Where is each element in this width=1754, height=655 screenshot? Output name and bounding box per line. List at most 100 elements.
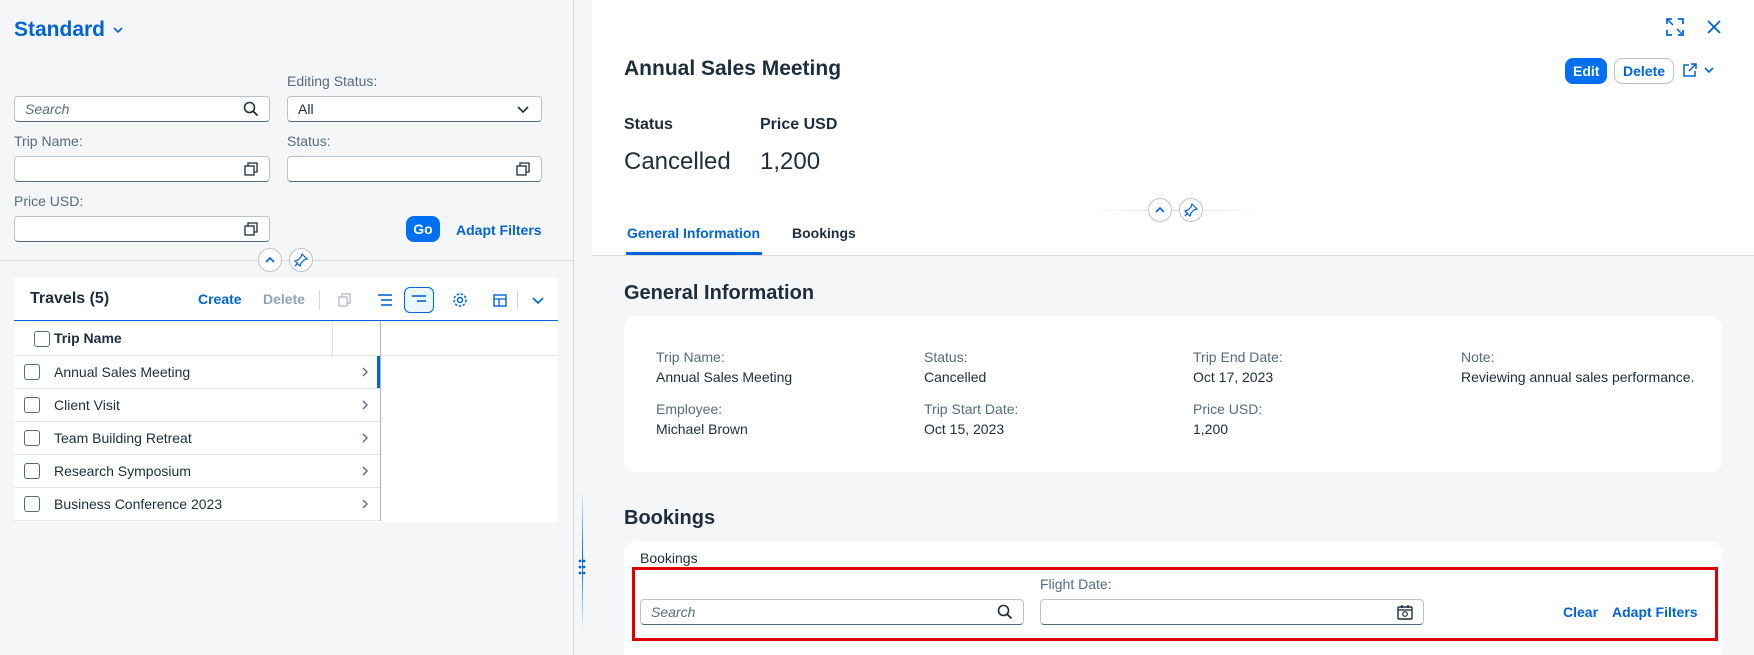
row-trip-name: Research Symposium (54, 463, 191, 479)
kpi-status-label: Status (624, 116, 673, 133)
layout-splitter[interactable] (574, 0, 592, 655)
chevron-right-icon[interactable] (350, 499, 380, 509)
chevron-down-icon (113, 27, 123, 34)
row-checkbox[interactable] (24, 430, 40, 446)
row-trip-name: Annual Sales Meeting (54, 364, 191, 380)
editing-status-value: All (298, 101, 314, 117)
field-value: Cancelled (924, 369, 987, 385)
select-all-checkbox[interactable] (34, 331, 50, 347)
list-report-pane: Standard Editing Status: Search All Trip… (0, 0, 574, 655)
filter-divider (0, 260, 574, 261)
field-value: Reviewing annual sales performance. (1461, 369, 1695, 385)
row-checkbox[interactable] (24, 496, 40, 512)
expand-all-icon[interactable] (370, 287, 400, 313)
tab-bookings[interactable]: Bookings (792, 225, 856, 241)
copy-icon[interactable] (330, 287, 360, 313)
kpi-price-value: 1,200 (760, 148, 821, 175)
trip-name-label: Trip Name: (14, 133, 83, 149)
table-row[interactable]: Client Visit (14, 389, 380, 422)
search-placeholder: Search (25, 101, 70, 117)
price-input[interactable] (14, 216, 270, 242)
settings-icon[interactable] (445, 287, 475, 313)
pin-icon (1184, 203, 1198, 217)
field-label: Note: (1461, 349, 1495, 365)
chevron-right-icon[interactable] (350, 466, 380, 476)
field-value: Oct 15, 2023 (924, 421, 1005, 437)
editing-status-select[interactable]: All (287, 96, 542, 122)
edit-button[interactable]: Edit (1565, 58, 1608, 84)
field-value: Oct 17, 2023 (1193, 369, 1274, 385)
grip-icon[interactable] (577, 558, 587, 576)
object-title: Annual Sales Meeting (624, 57, 842, 80)
active-tab-indicator (626, 252, 762, 255)
pin-icon (294, 253, 308, 267)
general-information-card: Trip Name: Annual Sales Meeting Status: … (624, 316, 1722, 472)
value-help-icon[interactable] (515, 161, 531, 177)
pin-header-button[interactable] (289, 248, 313, 272)
editing-status-label: Editing Status: (287, 73, 378, 89)
collapse-header-button[interactable] (1148, 198, 1172, 222)
share-menu-button[interactable] (1682, 62, 1714, 78)
chevron-down-icon (1704, 67, 1714, 74)
field-value: Annual Sales Meeting (656, 369, 793, 385)
table-row[interactable]: Annual Sales Meeting (14, 356, 380, 389)
chevron-up-icon (265, 256, 275, 263)
row-checkbox[interactable] (24, 364, 40, 380)
field-value: Michael Brown (656, 421, 748, 437)
object-header: Annual Sales Meeting Edit Delete Status … (592, 0, 1754, 256)
field-label: Trip Name: (656, 349, 725, 365)
table-title: Travels (5) (30, 290, 110, 307)
status-input[interactable] (287, 156, 542, 182)
variant-title: Standard (14, 18, 106, 41)
search-input[interactable]: Search (14, 96, 270, 122)
chevron-down-icon (515, 101, 531, 117)
table-right-border (380, 321, 381, 521)
create-button[interactable]: Create (198, 291, 242, 307)
delete-object-button[interactable]: Delete (1614, 58, 1675, 84)
close-icon[interactable] (1707, 20, 1721, 34)
chevron-up-icon (1155, 206, 1165, 213)
row-checkbox[interactable] (24, 463, 40, 479)
value-help-icon[interactable] (243, 221, 259, 237)
price-label: Price USD: (14, 193, 84, 209)
collapse-all-icon[interactable] (404, 287, 434, 313)
export-menu-chevron-down-icon[interactable] (523, 287, 553, 313)
field-value: 1,200 (1193, 421, 1229, 437)
row-checkbox[interactable] (24, 397, 40, 413)
value-help-icon[interactable] (243, 161, 259, 177)
highlight-box (632, 567, 1718, 641)
field-label: Price USD: (1193, 401, 1263, 417)
column-header-trip-name[interactable]: Trip Name (54, 330, 122, 346)
chevron-right-icon[interactable] (350, 400, 380, 410)
chevron-right-icon[interactable] (350, 433, 380, 443)
status-label: Status: (287, 133, 331, 149)
table-row[interactable]: Business Conference 2023 (14, 488, 380, 521)
table-header: Trip Name (14, 320, 558, 521)
table-row[interactable]: Research Symposium (14, 455, 380, 488)
general-information-title: General Information (624, 282, 815, 304)
kpi-status-value: Cancelled (624, 148, 731, 175)
chevron-right-icon[interactable] (350, 367, 380, 377)
delete-button[interactable]: Delete (263, 291, 305, 307)
search-icon[interactable] (243, 101, 259, 117)
table-row[interactable]: Team Building Retreat (14, 422, 380, 455)
trip-name-input[interactable] (14, 156, 270, 182)
row-trip-name: Business Conference 2023 (54, 496, 223, 512)
adapt-filters-button[interactable]: Adapt Filters (456, 222, 542, 238)
field-label: Employee: (656, 401, 723, 417)
export-icon[interactable] (485, 287, 515, 313)
go-button[interactable]: Go (406, 216, 440, 242)
toolbar-separator (517, 290, 518, 310)
fullscreen-icon[interactable] (1666, 18, 1684, 36)
travels-table: Travels (5) Create Delete Trip Name Annu… (14, 278, 558, 522)
field-label: Status: (924, 349, 968, 365)
tab-general-information[interactable]: General Information (627, 225, 760, 241)
bookings-section-title: Bookings (624, 507, 716, 529)
share-icon (1683, 63, 1697, 77)
field-label: Trip End Date: (1193, 349, 1283, 365)
variant-selector[interactable]: Standard (14, 18, 123, 42)
row-trip-name: Client Visit (54, 397, 120, 413)
pin-header-button[interactable] (1179, 198, 1203, 222)
toolbar-separator (319, 290, 320, 310)
collapse-header-button[interactable] (258, 248, 282, 272)
